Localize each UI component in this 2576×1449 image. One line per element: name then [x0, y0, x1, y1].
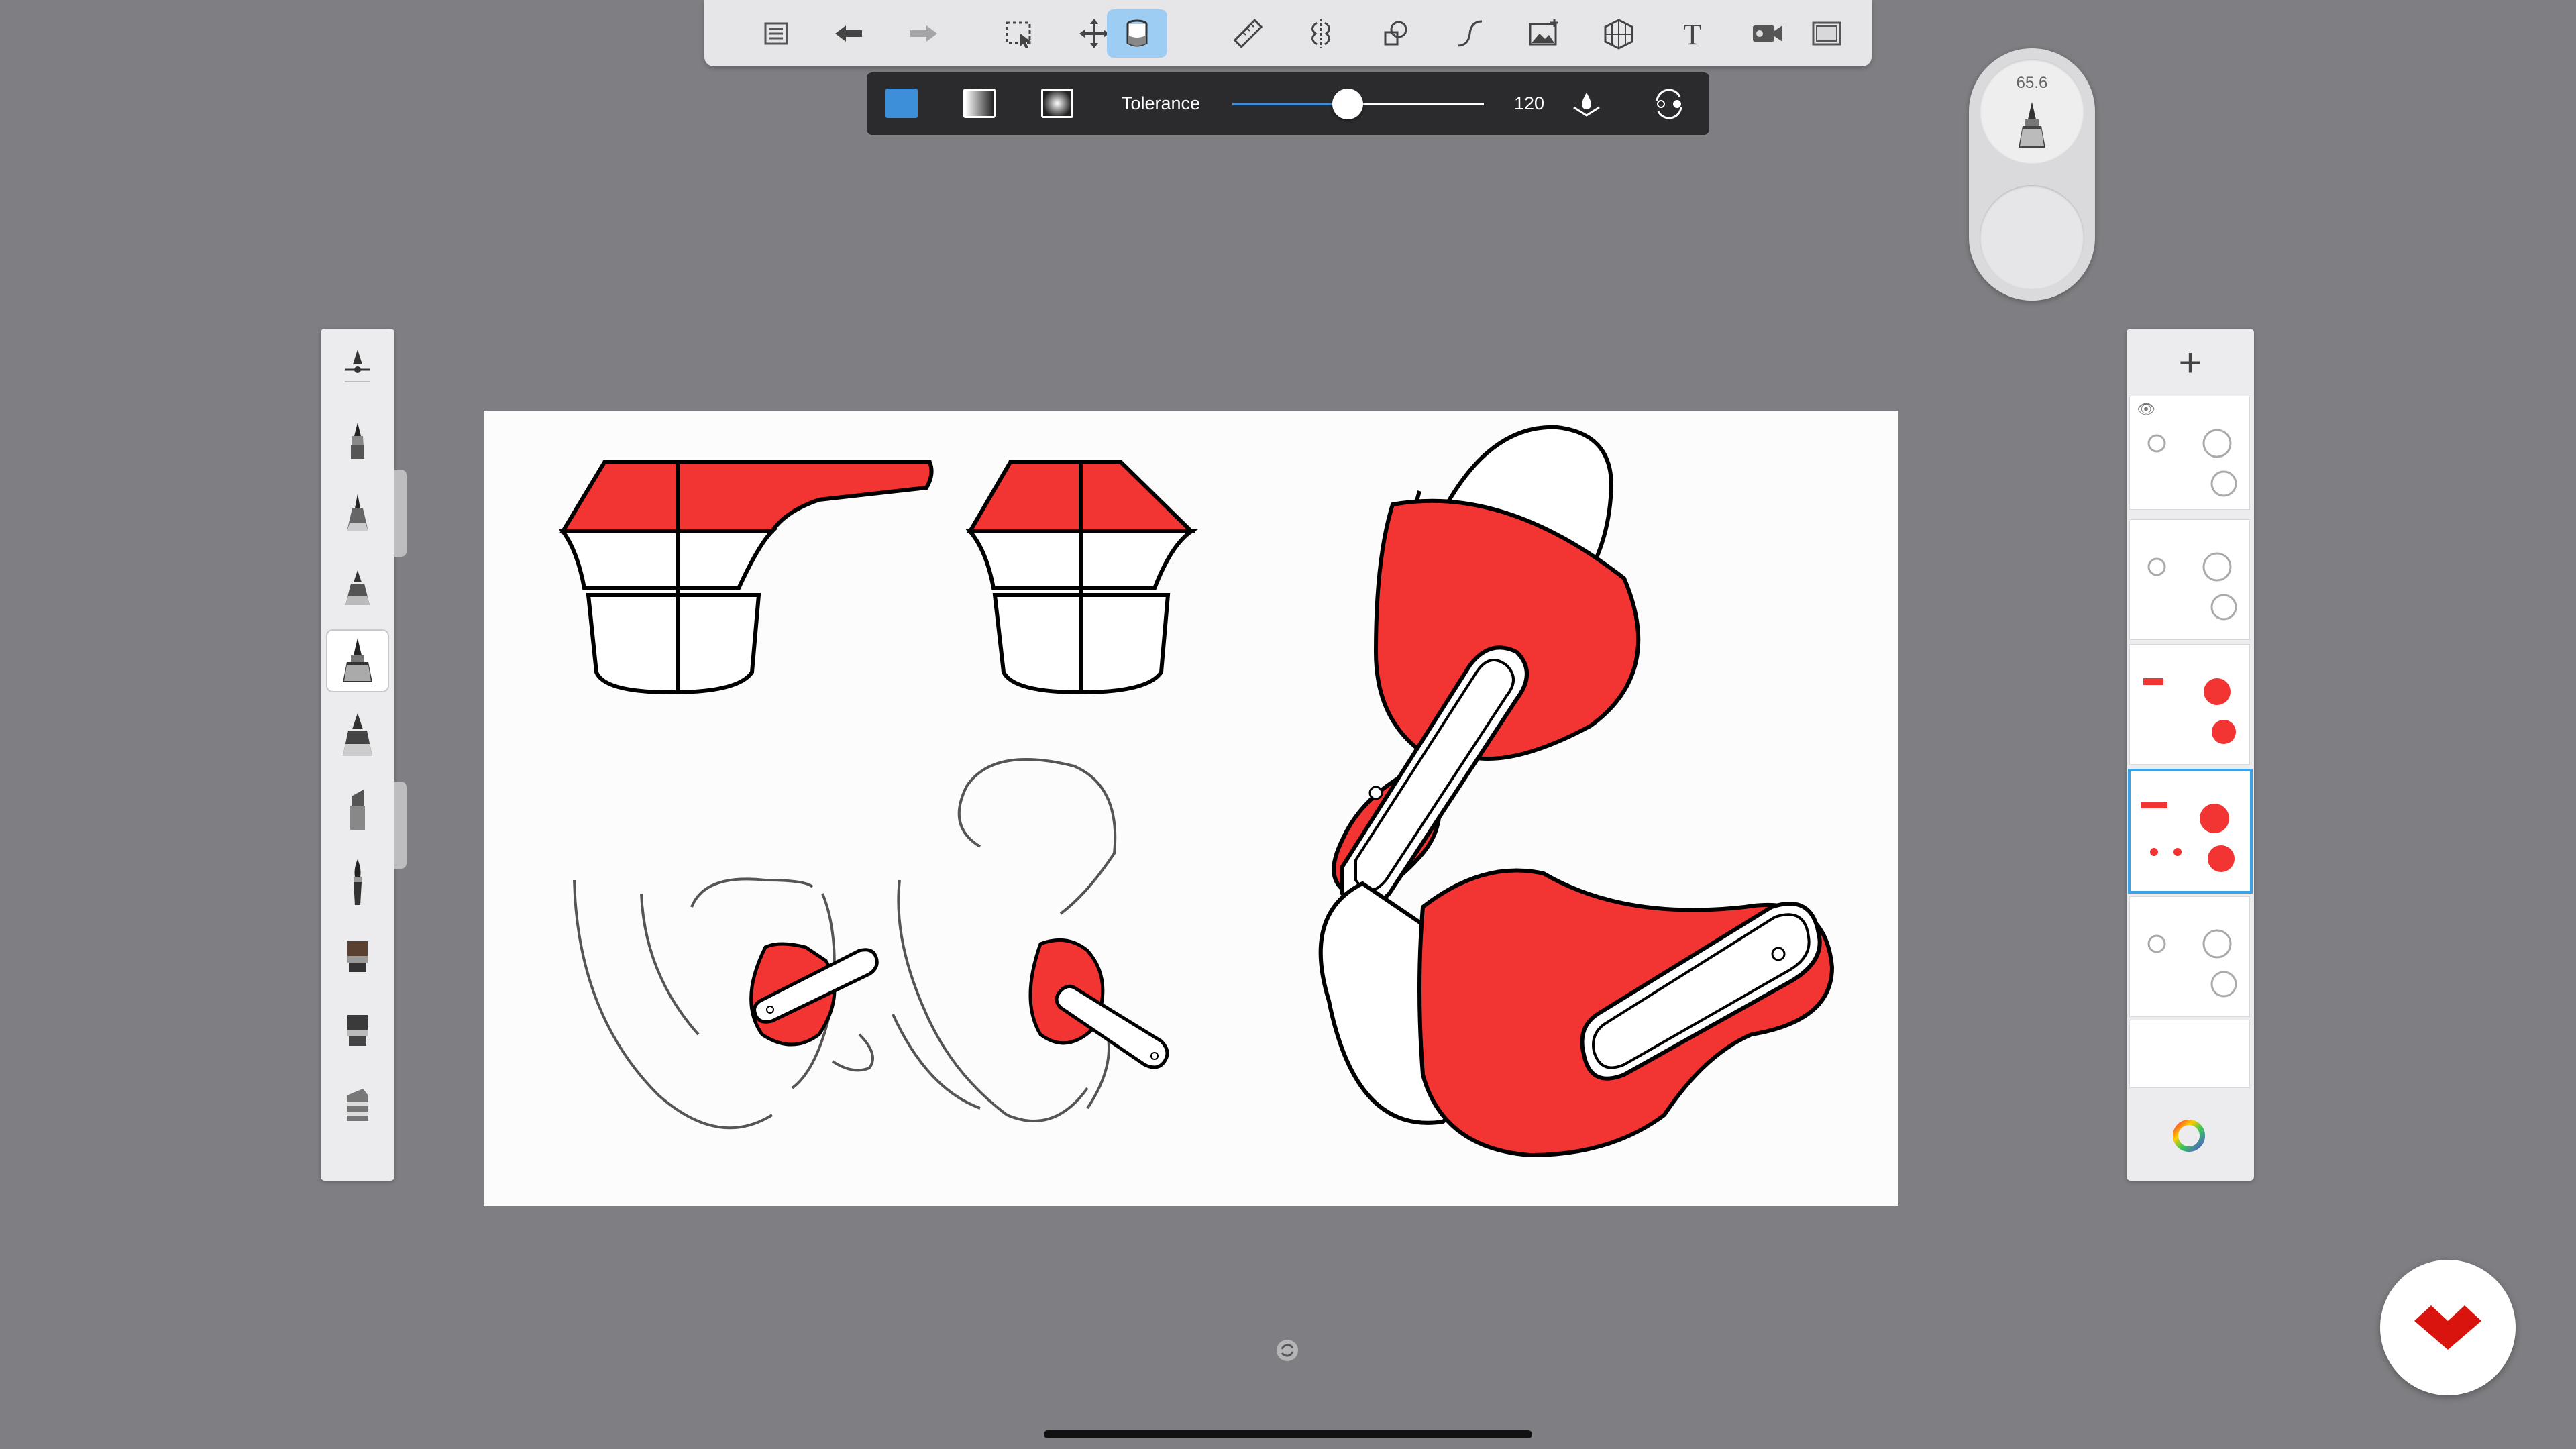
layer-thumbnail-selected[interactable] — [2128, 769, 2253, 894]
home-indicator — [1044, 1430, 1532, 1438]
curve-icon[interactable] — [1440, 9, 1500, 58]
pencil-brush-icon[interactable] — [327, 409, 388, 470]
layer-thumbnail[interactable] — [2129, 896, 2250, 1017]
brush-size-puck[interactable]: 65.6 — [1980, 59, 2084, 164]
svg-text:T: T — [1684, 18, 1702, 51]
tolerance-value: 120 — [1514, 93, 1545, 113]
fill-options-bar: Tolerance 120 — [867, 72, 1709, 135]
record-icon[interactable] — [1737, 9, 1798, 58]
app-logo-icon[interactable] — [2380, 1260, 2516, 1395]
airbrush-icon[interactable] — [327, 1073, 388, 1134]
layer-thumbnail-background[interactable] — [2129, 1020, 2250, 1088]
layer-thumbnail[interactable] — [2129, 519, 2250, 640]
drawing-canvas[interactable] — [484, 411, 1898, 1206]
linear-gradient-button[interactable] — [963, 89, 996, 118]
chisel-brush-icon[interactable] — [327, 778, 388, 839]
layer-list-icon[interactable] — [746, 9, 806, 58]
undo-icon[interactable] — [818, 9, 879, 58]
fill-icon[interactable] — [1107, 9, 1167, 58]
main-toolbar: T — [704, 0, 1872, 66]
fill-mode-icon[interactable] — [1650, 86, 1688, 122]
ruler-icon[interactable] — [1217, 9, 1277, 58]
fineliner-brush-icon[interactable] — [327, 704, 388, 765]
opacity-puck[interactable] — [1980, 185, 2084, 290]
tolerance-label: Tolerance — [1122, 93, 1201, 113]
brush-puck[interactable]: 65.6 — [1969, 48, 2095, 301]
sync-icon[interactable] — [1275, 1338, 1300, 1363]
ballpoint-brush-icon[interactable] — [327, 483, 388, 543]
brush-size-value: 65.6 — [2016, 74, 2048, 92]
select-icon[interactable] — [989, 9, 1049, 58]
brush-preview-icon — [2019, 102, 2045, 148]
radial-gradient-button[interactable] — [1041, 89, 1073, 118]
brush-palette — [321, 329, 394, 1181]
sample-layer-icon[interactable] — [1570, 87, 1603, 121]
earbud-in-ear-right — [1028, 938, 1169, 1069]
earbud-sketch-front — [965, 460, 1198, 695]
fullscreen-icon[interactable] — [1796, 9, 1857, 58]
flat-brush-icon[interactable] — [327, 926, 388, 986]
ear-sketch-right — [892, 758, 1117, 1122]
solid-fill-button[interactable] — [885, 89, 918, 118]
earbud-sketch-perspective-top — [1332, 425, 1641, 909]
brush-settings-icon[interactable] — [327, 335, 388, 396]
perspective-icon[interactable] — [1589, 9, 1649, 58]
layer-thumbnail[interactable] — [2129, 644, 2250, 765]
tolerance-slider-knob[interactable] — [1332, 89, 1363, 119]
layer-thumbnail[interactable]: 👁 — [2129, 396, 2250, 510]
selected-brush-icon[interactable] — [327, 631, 388, 691]
symmetry-icon[interactable] — [1291, 9, 1351, 58]
wide-brush-icon[interactable] — [327, 1000, 388, 1060]
color-picker-icon[interactable] — [2170, 1117, 2208, 1155]
paintbrush-icon[interactable] — [327, 852, 388, 912]
brush-palette-handle-top[interactable] — [394, 470, 407, 557]
redo-icon[interactable] — [894, 9, 954, 58]
svg-text:👁: 👁 — [2137, 400, 2155, 417]
image-icon[interactable] — [1513, 9, 1574, 58]
layers-panel: + 👁 — [2127, 329, 2254, 1181]
marker-brush-icon[interactable] — [327, 557, 388, 617]
canvas-artwork — [559, 425, 1835, 1158]
add-layer-button[interactable]: + — [2127, 329, 2254, 396]
text-icon[interactable]: T — [1662, 9, 1723, 58]
shapes-icon[interactable] — [1366, 9, 1426, 58]
brush-palette-handle-bottom[interactable] — [394, 782, 407, 869]
earbud-in-ear-left — [749, 942, 879, 1046]
earbud-sketch-side — [559, 460, 934, 695]
earbud-sketch-perspective-bottom — [1318, 868, 1835, 1158]
